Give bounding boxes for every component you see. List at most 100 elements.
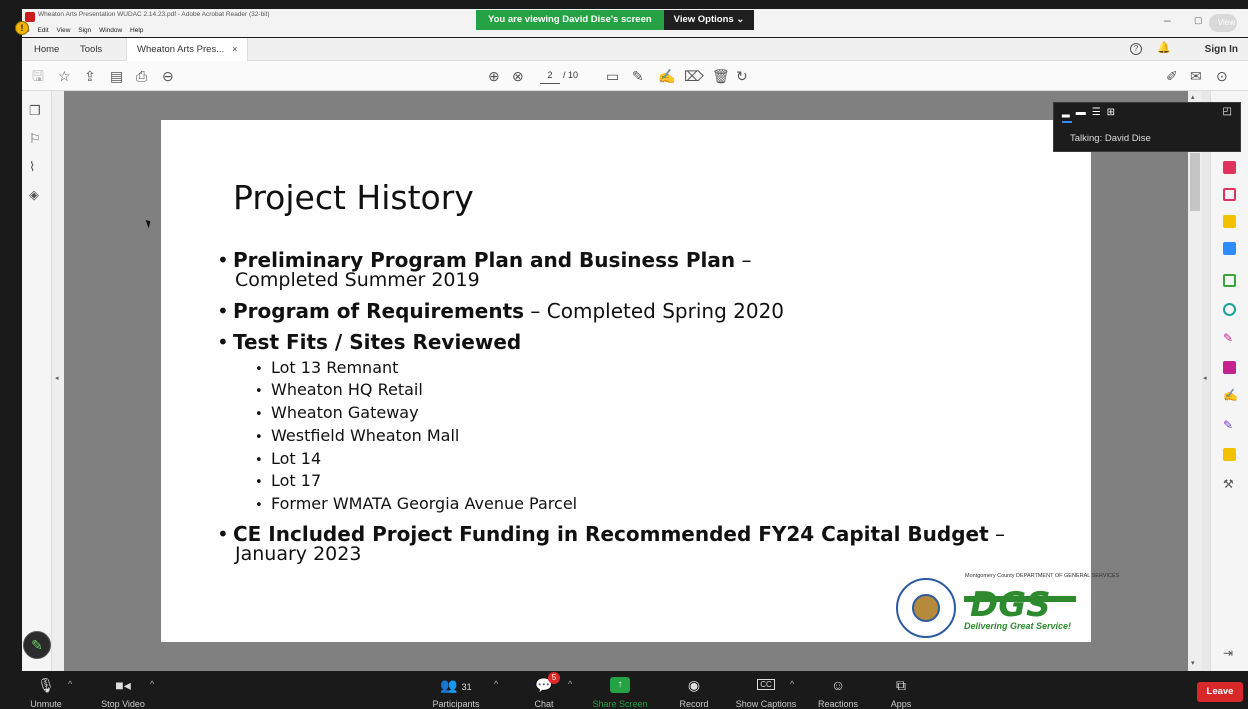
print-icon[interactable]: ⎙ (136, 67, 147, 85)
bullet-requirements-rest: – Completed Spring 2020 (524, 299, 785, 323)
restore-icon[interactable]: ▢ (1194, 15, 1203, 26)
bookmarks-icon[interactable]: ⚐ (29, 131, 41, 147)
caret-up-icon[interactable]: ^ (68, 679, 72, 689)
bookmark-star-icon[interactable]: ☆ (58, 67, 71, 85)
delete-icon[interactable]: 🗑 (712, 67, 730, 85)
caret-up-icon[interactable]: ^ (150, 679, 154, 689)
viewing-screen-message: You are viewing David Dise's screen (476, 10, 664, 30)
tab-tools[interactable]: Tools (80, 38, 102, 61)
caret-up-icon[interactable]: ^ (568, 679, 572, 689)
site-item: • Lot 13 Remnant (255, 358, 398, 377)
layers-icon[interactable]: ◈ (29, 187, 39, 203)
export-pdf-icon[interactable] (1223, 242, 1236, 255)
tab-home[interactable]: Home (34, 38, 59, 61)
sign-in-button[interactable]: Sign In (1205, 38, 1238, 61)
sign-icon[interactable]: ✍ (658, 67, 675, 85)
scroll-up-icon[interactable]: ▴ (1191, 93, 1195, 101)
unmute-button[interactable]: 🎙 Unmute ^ (26, 671, 72, 709)
fill-sign-icon[interactable]: ✐ (1166, 67, 1178, 85)
exit-minimized-icon[interactable]: ◰ (1223, 106, 1232, 117)
menu-sign[interactable]: Sign (78, 27, 91, 34)
zoom-icon[interactable]: ⊖ (162, 67, 174, 85)
screen: Wheaton Arts Presentation WUDAC 2.14.23.… (0, 0, 1248, 709)
view-options-button[interactable]: View Options ⌄ (663, 10, 755, 30)
edit-pdf-icon[interactable] (1223, 274, 1236, 287)
sub-bullet-dot: • (255, 475, 263, 490)
bullet-preliminary-line2: Completed Summer 2019 (235, 269, 480, 291)
record-button[interactable]: ◉ Record (674, 671, 714, 709)
site-label: Wheaton HQ Retail (271, 380, 423, 399)
scan-ocr-icon[interactable] (1223, 448, 1236, 461)
caret-up-icon[interactable]: ^ (790, 679, 794, 689)
bullet-dot: • (217, 248, 229, 272)
dgs-letters: DGS (970, 585, 1051, 622)
share-screen-button[interactable]: ↑ Share Screen (590, 671, 650, 709)
site-item: • Westfield Wheaton Mall (255, 426, 459, 445)
sign-tool-icon[interactable]: ✎ (1223, 418, 1233, 432)
sub-bullet-dot: • (255, 430, 263, 445)
dgs-department-text: Montgomery County DEPARTMENT OF GENERAL … (965, 573, 1120, 579)
email-icon[interactable]: ✉ (1190, 67, 1202, 85)
sub-bullet-dot: • (255, 453, 263, 468)
more-tools-icon[interactable]: ⚒ (1223, 477, 1234, 491)
vertical-scrollbar[interactable]: ▴ ▾ (1188, 91, 1202, 671)
create-pdf-icon[interactable] (1223, 188, 1236, 201)
highlight-icon[interactable]: ✎ (632, 67, 644, 85)
upload-icon[interactable]: ⇪ (84, 67, 96, 85)
menu-window[interactable]: Window (99, 27, 122, 34)
bell-icon[interactable]: 🔔 (1157, 41, 1171, 54)
comment-tool-icon[interactable] (1223, 215, 1236, 228)
site-label: Lot 13 Remnant (271, 358, 399, 377)
view-button[interactable]: View (1209, 14, 1237, 32)
right-panel-collapse[interactable]: ◂ (1202, 91, 1210, 671)
request-signature-icon[interactable]: ✍ (1223, 388, 1238, 402)
protect-pdf-icon[interactable] (1223, 361, 1236, 374)
tab-document-label: Wheaton Arts Pres... (137, 44, 225, 55)
caret-up-icon[interactable]: ^ (494, 679, 498, 689)
bullet-requirements-bold: Program of Requirements (233, 299, 525, 323)
organize-pages-icon[interactable] (1223, 161, 1236, 174)
annotate-pen-button[interactable]: ✎ (23, 631, 51, 659)
menu-edit[interactable]: Edit (37, 27, 48, 34)
bullet-dot: • (217, 522, 229, 546)
page-down-icon[interactable]: ⊗ (512, 67, 524, 85)
minimize-icon[interactable]: – (1164, 13, 1171, 27)
participants-button[interactable]: 👥 31 Participants ^ (428, 671, 498, 709)
bullet-dot: • (217, 299, 229, 323)
menu-help[interactable]: Help (130, 27, 143, 34)
bullet-dot: • (217, 330, 229, 354)
zoom-meeting-controls: 🎙 Unmute ^ ■◂ Stop Video ^ 👥 31 Particip… (0, 671, 1248, 709)
apps-button[interactable]: ⧉ Apps (887, 671, 915, 709)
page-number-input[interactable]: 2 (540, 67, 560, 84)
account-icon[interactable]: ⊙ (1216, 67, 1228, 85)
attachments-icon[interactable]: ⌇ (29, 159, 35, 175)
tab-document[interactable]: Wheaton Arts Pres... × (126, 38, 249, 61)
help-icon[interactable]: ? (1130, 43, 1142, 55)
leave-meeting-button[interactable]: Leave (1197, 682, 1243, 702)
compress-pdf-icon[interactable] (1223, 303, 1236, 316)
scroll-down-icon[interactable]: ▾ (1191, 659, 1195, 667)
chat-button[interactable]: 💬 5 Chat ^ (528, 671, 572, 709)
left-panel-collapse[interactable]: ◂ (52, 91, 64, 671)
comment-icon[interactable]: ▭ (606, 67, 619, 85)
page-thumbnails-icon[interactable]: ❐ (29, 103, 41, 119)
stamp-icon[interactable]: ⌦ (684, 67, 704, 85)
file-icon[interactable]: ▤ (110, 67, 123, 85)
scrollbar-thumb[interactable] (1190, 153, 1200, 211)
save-icon[interactable]: 🖫 (32, 67, 44, 85)
rotate-icon[interactable]: ↻ (736, 67, 748, 85)
zoom-speaker-window[interactable]: ▂▬☰⊞ ◰ Talking: David Dise (1053, 102, 1241, 152)
fill-sign-tool-icon[interactable]: ✎ (1223, 331, 1233, 345)
chevron-down-icon: ⌄ (736, 14, 745, 25)
expand-pane-icon[interactable]: ⇥ (1223, 646, 1233, 660)
stop-video-button[interactable]: ■◂ Stop Video ^ (96, 671, 154, 709)
video-layout-icons[interactable]: ▂▬☰⊞ (1062, 107, 1121, 118)
screen-share-banner: You are viewing David Dise's screen View… (476, 10, 755, 30)
reactions-button[interactable]: ☺ Reactions (815, 671, 861, 709)
menu-bar: e Edit View Sign Window Help (26, 27, 149, 34)
show-captions-button[interactable]: CC Show Captions ^ (732, 671, 800, 709)
menu-view[interactable]: View (56, 27, 70, 34)
page-up-icon[interactable]: ⊕ (488, 67, 500, 85)
close-tab-icon[interactable]: × (232, 44, 237, 54)
chat-unread-badge: 5 (548, 672, 560, 684)
